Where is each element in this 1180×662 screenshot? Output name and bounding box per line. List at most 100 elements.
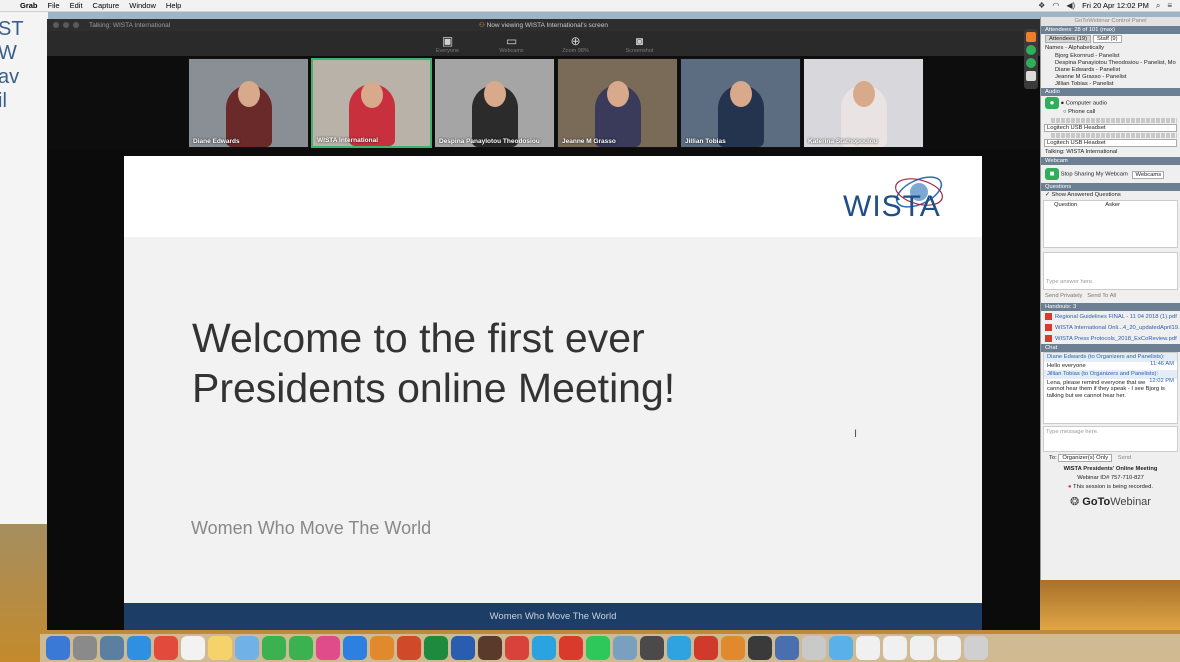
screenshot-button[interactable]: ◙ Screenshot (620, 34, 660, 54)
webcam-tile[interactable]: Jillian Tobias (680, 58, 801, 148)
webcam-tile[interactable]: Despina Panaylotou Theodosiou (434, 58, 555, 148)
dock-app-icon[interactable] (856, 636, 880, 660)
screenshot-icon: ◙ (635, 34, 644, 48)
mic-device-select[interactable]: Logitech USB Headset (1044, 124, 1177, 132)
dock-app-icon[interactable] (505, 636, 529, 660)
dock-app-icon[interactable] (829, 636, 853, 660)
dock-app-icon[interactable] (154, 636, 178, 660)
search-icon[interactable]: ⌕ (1156, 1, 1160, 11)
menu-edit[interactable]: Edit (70, 1, 83, 10)
arrow-icon[interactable] (1026, 32, 1036, 42)
attendee-row[interactable]: Jillian Tobias - Panelist (1041, 81, 1180, 88)
send-privately-button[interactable]: Send Privately (1045, 293, 1082, 299)
dock-app-icon[interactable] (532, 636, 556, 660)
dock-app-icon[interactable] (721, 636, 745, 660)
speaker-level-meter (1051, 133, 1177, 138)
dock-app-icon[interactable] (451, 636, 475, 660)
send-to-all-button[interactable]: Send To All (1087, 293, 1116, 299)
menu-app-name[interactable]: Grab (20, 1, 38, 10)
everyone-button[interactable]: ▣ Everyone (428, 34, 468, 54)
webcam-section-header[interactable]: Webcam (1041, 157, 1180, 165)
dock-app-icon[interactable] (127, 636, 151, 660)
attendee-row[interactable]: Bjorg Ekornrud - Panelist (1041, 53, 1180, 60)
menu-window[interactable]: Window (129, 1, 156, 10)
presentation-slide: WISTA Welcome to the first ever Presiden… (124, 156, 982, 630)
dock-app-icon[interactable] (397, 636, 421, 660)
webcams-button[interactable]: Webcams (1132, 170, 1165, 179)
dock-app-icon[interactable] (748, 636, 772, 660)
attendee-row[interactable]: Diane Edwards - Panelist (1041, 67, 1180, 74)
audio-section-header[interactable]: Audio (1041, 88, 1180, 96)
dock-app-icon[interactable] (262, 636, 286, 660)
dock-app-icon[interactable] (883, 636, 907, 660)
recipient-select[interactable]: Organizer(s) Only (1058, 454, 1113, 463)
dock-app-icon[interactable] (694, 636, 718, 660)
tab-attendees[interactable]: Attendees (19) (1045, 35, 1092, 43)
answer-input[interactable]: Type answer here. (1043, 252, 1178, 290)
dropbox-icon[interactable]: ❖ (1038, 1, 1045, 10)
dock-app-icon[interactable] (937, 636, 961, 660)
dock-app-icon[interactable] (73, 636, 97, 660)
questions-section-header[interactable]: Questions (1041, 183, 1180, 191)
dock-app-icon[interactable] (586, 636, 610, 660)
dock-app-icon[interactable] (478, 636, 502, 660)
zoom-button[interactable]: ⊕ Zoom 98% (556, 34, 596, 54)
menu-file[interactable]: File (48, 1, 60, 10)
dock-app-icon[interactable] (370, 636, 394, 660)
handout-item[interactable]: WISTA International Onli...4_20_updatedA… (1041, 322, 1180, 333)
participant-face (360, 82, 383, 108)
dock-app-icon[interactable] (100, 636, 124, 660)
webcam-tile[interactable]: Jeanne M Grasso (557, 58, 678, 148)
webcam-icon[interactable]: ■ (1045, 168, 1059, 180)
dock-app-icon[interactable] (316, 636, 340, 660)
send-button[interactable]: Send (1118, 455, 1132, 461)
volume-icon[interactable]: ◀) (1066, 1, 1075, 10)
handouts-section-header[interactable]: Handouts: 3 (1041, 303, 1180, 311)
dock-app-icon[interactable] (667, 636, 691, 660)
microphone-icon[interactable] (1026, 45, 1036, 55)
speaker-device-select[interactable]: Logitech USB Headset (1044, 139, 1177, 147)
menu-clock[interactable]: Fri 20 Apr 12:02 PM (1082, 1, 1149, 10)
dock-app-icon[interactable] (640, 636, 664, 660)
chat-input[interactable]: Type message here. (1043, 426, 1178, 453)
dock-app-icon[interactable] (559, 636, 583, 660)
handout-item[interactable]: Regional Guidelines FINAL - 11 04 2018 (… (1041, 311, 1180, 322)
notification-list-icon[interactable]: ≡ (1167, 1, 1172, 10)
dock-app-icon[interactable] (802, 636, 826, 660)
webcam-icon[interactable] (1026, 58, 1036, 68)
phone-call-option[interactable]: ○ Phone call (1063, 109, 1095, 115)
screen-icon[interactable] (1026, 71, 1036, 81)
dock-app-icon[interactable] (46, 636, 70, 660)
chat-section-header[interactable]: Chat (1041, 344, 1180, 353)
attendees-section-header[interactable]: Attendees: 28 of 101 (max) (1041, 26, 1180, 34)
attendee-row[interactable]: Jeanne M Grasso - Panelist (1041, 74, 1180, 81)
sort-label[interactable]: Names - Alphabetically (1045, 45, 1104, 51)
menu-help[interactable]: Help (166, 1, 181, 10)
menu-capture[interactable]: Capture (93, 1, 120, 10)
attendee-row[interactable]: Despina Panayiotou Theodosiou - Panelist… (1041, 60, 1180, 67)
webcam-tile[interactable]: Diane Edwards (188, 58, 309, 148)
webcams-button[interactable]: ▭ Webcams (492, 34, 532, 54)
zoom-label: Zoom 98% (562, 48, 589, 54)
computer-audio-option[interactable]: ● Computer audio (1061, 101, 1107, 107)
dock-app-icon[interactable] (208, 636, 232, 660)
dock-app-icon[interactable] (910, 636, 934, 660)
dock-app-icon[interactable] (775, 636, 799, 660)
webcam-tile[interactable]: WISTA International (311, 58, 432, 148)
dock-app-icon[interactable] (964, 636, 988, 660)
handout-item[interactable]: WISTA Press Protocols_2018_ExCoReview.pd… (1041, 333, 1180, 344)
tab-staff[interactable]: Staff (9) (1093, 35, 1122, 43)
dock-app-icon[interactable] (181, 636, 205, 660)
dock-app-icon[interactable] (613, 636, 637, 660)
dock-app-icon[interactable] (289, 636, 313, 660)
dock-app-icon[interactable] (424, 636, 448, 660)
dock-app-icon[interactable] (235, 636, 259, 660)
stop-webcam-button[interactable]: Stop Sharing My Webcam (1061, 172, 1128, 178)
webcam-tile[interactable]: Katerina Stathopoulou (803, 58, 924, 148)
dock-app-icon[interactable] (343, 636, 367, 660)
to-label: To: (1049, 455, 1057, 462)
show-answered-toggle[interactable]: ✓ Show Answered Questions (1041, 191, 1180, 200)
wifi-icon[interactable]: ◠ (1052, 1, 1059, 10)
slide-header: WISTA (124, 156, 982, 237)
microphone-icon[interactable]: ● (1045, 97, 1059, 109)
